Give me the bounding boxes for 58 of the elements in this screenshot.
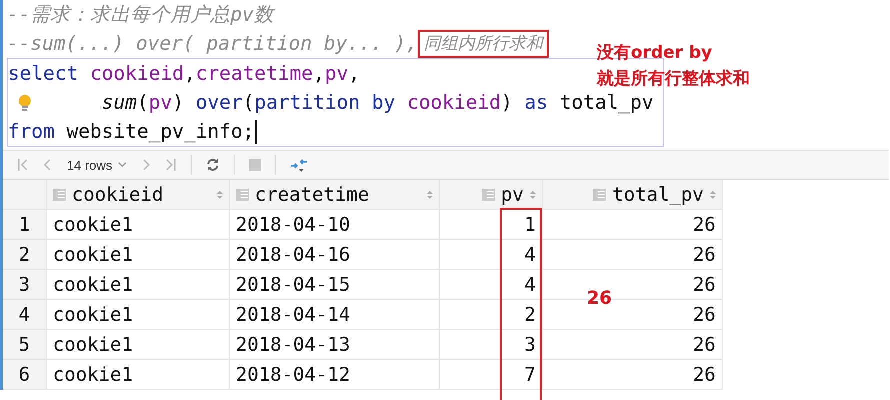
table-cell: 2 — [440, 300, 543, 329]
table-icon — [482, 188, 496, 200]
sort-icon[interactable] — [217, 190, 223, 200]
table-cell: cookie1 — [47, 330, 230, 359]
first-page-icon[interactable] — [17, 158, 29, 172]
rows-dropdown[interactable]: 14 rows — [67, 158, 127, 172]
code-line: --sum(...) over( partition by... ), — [7, 31, 418, 57]
annotation-text: 没有order by — [597, 42, 714, 65]
last-page-icon[interactable] — [164, 158, 177, 172]
table-cell: 26 — [543, 240, 723, 269]
row-number: 5 — [3, 330, 47, 359]
lightbulb-icon[interactable] — [18, 94, 32, 112]
annotation-box: 同组内所行求和 — [418, 30, 549, 58]
table-cell: 26 — [543, 330, 723, 359]
sort-icon[interactable] — [710, 190, 716, 200]
text-cursor — [254, 120, 257, 144]
annotation-text: 就是所有行整体求和 — [597, 68, 750, 91]
row-number: 2 — [3, 240, 47, 269]
column-header[interactable]: createtime — [230, 180, 440, 209]
column-header[interactable]: total_pv — [543, 180, 723, 209]
table-cell: 1 — [440, 210, 543, 239]
sort-icon[interactable] — [530, 190, 536, 200]
row-number: 4 — [3, 300, 47, 329]
table-icon — [236, 188, 249, 200]
table-cell: cookie1 — [47, 270, 230, 299]
sort-icon[interactable] — [427, 190, 433, 200]
code-line: --需求：求出每个用户总pv数 — [7, 2, 274, 28]
row-number: 6 — [3, 360, 47, 389]
table-cell: 4 — [440, 240, 543, 269]
table-cell: cookie1 — [47, 360, 230, 389]
code-line: select cookieid,createtime,pv, — [8, 61, 360, 87]
column-header[interactable]: cookieid — [47, 180, 230, 209]
refresh-icon[interactable] — [206, 158, 220, 172]
table-cell: cookie1 — [47, 240, 230, 269]
previous-page-icon[interactable] — [43, 158, 53, 172]
table-cell: 2018-04-16 — [230, 240, 440, 269]
table-cell: 7 — [440, 360, 543, 389]
table-icon — [593, 188, 606, 200]
column-header[interactable]: pv — [440, 180, 543, 209]
table-icon — [53, 188, 66, 200]
row-number: 3 — [3, 270, 47, 299]
table-cell: 26 — [543, 360, 723, 389]
table-cell: cookie1 — [47, 210, 230, 239]
code-line: sum(pv) over(partition by cookieid) as total_pv — [102, 90, 654, 116]
caret-icon — [118, 162, 127, 168]
table-cell: 2018-04-10 — [230, 210, 440, 239]
code-line: from website_pv_info; — [8, 119, 255, 145]
next-page-icon[interactable] — [140, 158, 151, 172]
table-cell: 2018-04-12 — [230, 360, 440, 389]
table-cell: 4 — [440, 270, 543, 299]
table-cell: cookie1 — [47, 300, 230, 329]
table-cell: 3 — [440, 330, 543, 359]
table-cell: 2018-04-14 — [230, 300, 440, 329]
stop-icon[interactable] — [248, 159, 261, 171]
table-cell: 2018-04-13 — [230, 330, 440, 359]
row-number: 1 — [3, 210, 47, 239]
table-cell: 26 — [543, 210, 723, 239]
table-cell: 2018-04-15 — [230, 270, 440, 299]
